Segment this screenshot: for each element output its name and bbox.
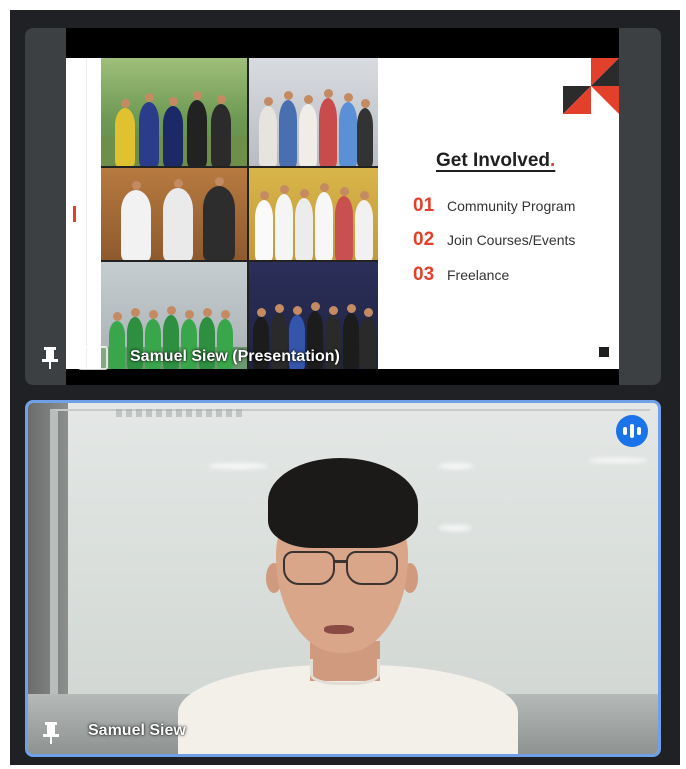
agenda-item-3: 03 Freelance (413, 264, 509, 288)
presentation-name-label: Samuel Siew (Presentation) (130, 348, 340, 365)
speaker-hair (268, 458, 418, 548)
agenda-text: Freelance (447, 267, 510, 283)
shared-slide: Get Involved. 01 Community Program 02 Jo… (66, 28, 619, 385)
glasses-lens (346, 551, 398, 585)
brand-logo-icon (563, 58, 619, 114)
present-to-all-icon (78, 346, 108, 370)
photo-collage (101, 58, 378, 369)
collage-photo-certificates (101, 168, 247, 260)
presentation-tile[interactable]: Get Involved. 01 Community Program 02 Jo… (25, 28, 661, 385)
collage-photo-football (101, 58, 247, 166)
slide-accent-bar (73, 206, 76, 222)
light-reflection (208, 463, 268, 469)
agenda-text: Join Courses/Events (447, 232, 576, 248)
slide-page-marker (599, 347, 609, 357)
collage-photo-group (249, 58, 378, 166)
speaker-mouth (324, 625, 354, 634)
light-reflection (438, 463, 474, 469)
glasses-lens (283, 551, 335, 585)
agenda-text: Community Program (447, 198, 576, 214)
slide-divider (86, 58, 87, 369)
light-reflection (438, 525, 472, 531)
slide-canvas: Get Involved. 01 Community Program 02 Jo… (66, 58, 619, 369)
agenda-number: 01 (413, 195, 435, 216)
whiteboard-writing (116, 409, 246, 417)
pin-icon[interactable] (41, 346, 59, 370)
glasses-bridge (334, 560, 347, 563)
participant-name-label: Samuel Siew (88, 722, 186, 739)
pin-icon[interactable] (42, 721, 60, 745)
agenda-item-1: 01 Community Program (413, 195, 575, 219)
slide-title: Get Involved. (436, 150, 556, 171)
collage-photo-celebration (249, 168, 378, 260)
agenda-number: 03 (413, 264, 435, 285)
agenda-number: 02 (413, 229, 435, 250)
light-reflection (588, 458, 648, 463)
camera-tile[interactable]: Samuel Siew (25, 400, 661, 757)
audio-level-icon (616, 415, 648, 447)
agenda-item-2: 02 Join Courses/Events (413, 229, 575, 253)
shirt-collar (310, 659, 380, 685)
